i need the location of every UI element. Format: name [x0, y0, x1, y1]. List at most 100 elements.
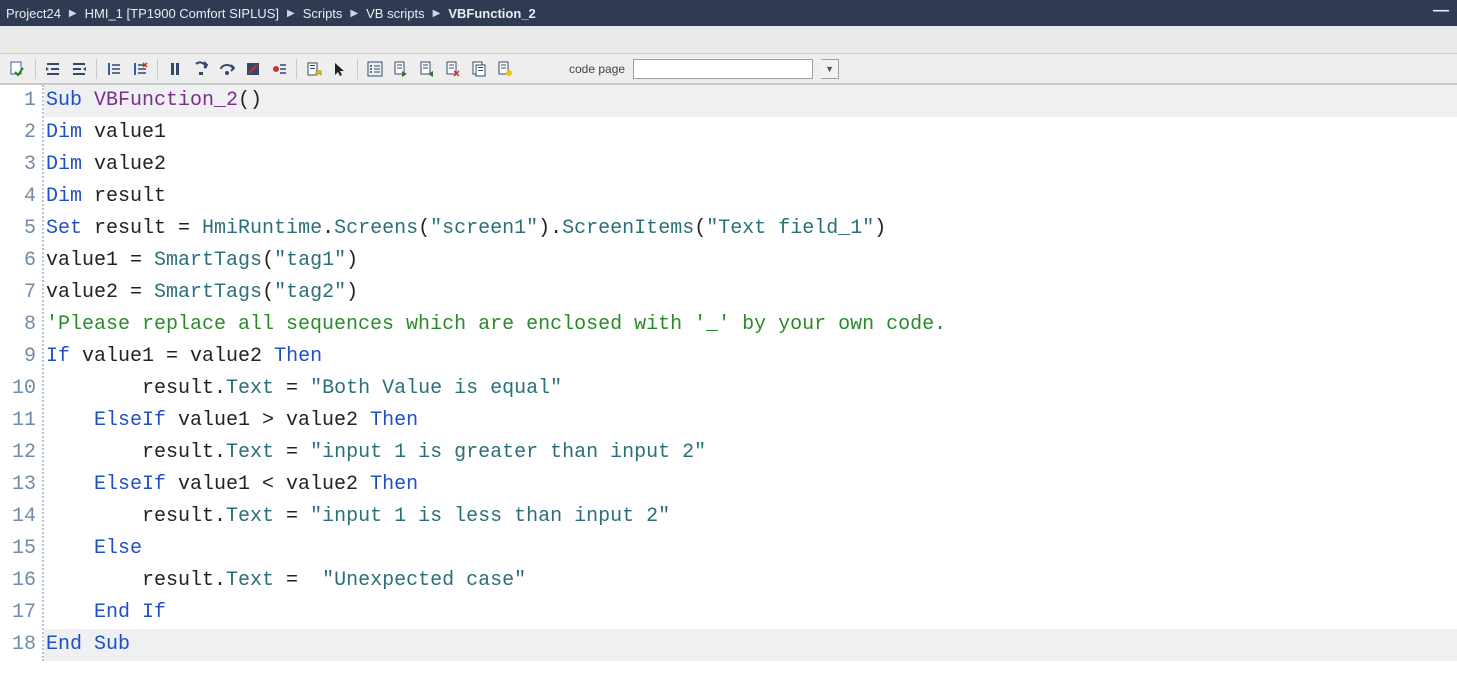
- codepage-select[interactable]: [633, 59, 813, 79]
- line-number: 14: [0, 501, 36, 533]
- code-line[interactable]: result.Text = "Unexpected case": [44, 565, 1457, 597]
- breadcrumb-4[interactable]: VBFunction_2: [448, 6, 535, 21]
- minimize-button[interactable]: —: [1433, 4, 1449, 18]
- code-line[interactable]: Dim value1: [44, 117, 1457, 149]
- copy-tag-icon[interactable]: [467, 58, 491, 80]
- line-number: 13: [0, 469, 36, 501]
- cursor-icon[interactable]: [328, 58, 352, 80]
- token-mem: Text: [226, 441, 274, 464]
- token-kw: Sub: [46, 89, 94, 112]
- toolbar-separator: [35, 59, 36, 79]
- token-txt: ): [346, 281, 358, 304]
- token-kw: Then: [370, 473, 418, 496]
- editor-toolbar: code page ▼: [0, 54, 1457, 84]
- token-txt: value2 =: [46, 281, 154, 304]
- bookmark-next-icon[interactable]: [389, 58, 413, 80]
- token-txt: result =: [82, 217, 202, 240]
- format-code-icon[interactable]: [102, 58, 126, 80]
- token-txt: .: [322, 217, 334, 240]
- token-txt: value1: [82, 121, 166, 144]
- code-line[interactable]: 'Please replace all sequences which are …: [44, 309, 1457, 341]
- code-editor[interactable]: 123456789101112131415161718 Sub VBFuncti…: [0, 84, 1457, 661]
- token-txt: (): [238, 89, 262, 112]
- breakpoint-icon[interactable]: [267, 58, 291, 80]
- token-str: "input 1 is greater than input 2": [310, 441, 706, 464]
- token-kw: If: [46, 345, 70, 368]
- token-fn: VBFunction_2: [94, 89, 238, 112]
- check-script-icon[interactable]: [6, 58, 30, 80]
- breadcrumb-3[interactable]: VB scripts: [366, 6, 425, 21]
- token-txt: (: [262, 249, 274, 272]
- code-line[interactable]: result.Text = "input 1 is greater than i…: [44, 437, 1457, 469]
- token-txt: (: [262, 281, 274, 304]
- code-line[interactable]: End If: [44, 597, 1457, 629]
- line-number: 8: [0, 309, 36, 341]
- token-txt: (: [418, 217, 430, 240]
- token-kw: Dim: [46, 121, 82, 144]
- token-mem: SmartTags: [154, 249, 262, 272]
- code-line[interactable]: End Sub: [44, 629, 1457, 661]
- line-number: 18: [0, 629, 36, 661]
- codepage-dropdown-icon[interactable]: ▼: [821, 59, 839, 79]
- token-mem: ScreenItems: [562, 217, 694, 240]
- code-line[interactable]: Else: [44, 533, 1457, 565]
- code-line[interactable]: Dim value2: [44, 149, 1457, 181]
- highlight-icon[interactable]: [493, 58, 517, 80]
- bookmark-clear-icon[interactable]: [441, 58, 465, 80]
- code-line[interactable]: value2 = SmartTags("tag2"): [44, 277, 1457, 309]
- token-txt: [46, 601, 94, 624]
- token-mem: HmiRuntime: [202, 217, 322, 240]
- token-kw: Else: [94, 537, 142, 560]
- code-line[interactable]: Dim result: [44, 181, 1457, 213]
- token-mem: Screens: [334, 217, 418, 240]
- pause-icon[interactable]: [163, 58, 187, 80]
- breadcrumb-sep-icon: ▶: [350, 8, 358, 19]
- breadcrumb-2[interactable]: Scripts: [303, 6, 343, 21]
- codepage-label: code page: [569, 62, 625, 76]
- token-mem: Text: [226, 569, 274, 592]
- code-line[interactable]: value1 = SmartTags("tag1"): [44, 245, 1457, 277]
- step-into-icon[interactable]: [189, 58, 213, 80]
- token-str: "Text field_1": [706, 217, 874, 240]
- token-txt: value1 < value2: [166, 473, 370, 496]
- breadcrumb-0[interactable]: Project24: [6, 6, 61, 21]
- token-str: "screen1": [430, 217, 538, 240]
- toolbar-separator: [357, 59, 358, 79]
- code-line[interactable]: Sub VBFunction_2(): [44, 85, 1457, 117]
- token-txt: =: [274, 441, 310, 464]
- line-number: 11: [0, 405, 36, 437]
- line-number: 17: [0, 597, 36, 629]
- token-txt: ).: [538, 217, 562, 240]
- token-txt: result: [82, 185, 166, 208]
- code-line[interactable]: If value1 = value2 Then: [44, 341, 1457, 373]
- object-list-icon[interactable]: [363, 58, 387, 80]
- code-line[interactable]: result.Text = "Both Value is equal": [44, 373, 1457, 405]
- toolbar-separator: [96, 59, 97, 79]
- token-mem: SmartTags: [154, 281, 262, 304]
- code-line[interactable]: ElseIf value1 > value2 Then: [44, 405, 1457, 437]
- token-txt: =: [274, 569, 322, 592]
- bookmark-prev-icon[interactable]: [415, 58, 439, 80]
- token-txt: result.: [46, 377, 226, 400]
- stop-icon[interactable]: [241, 58, 265, 80]
- code-area[interactable]: Sub VBFunction_2()Dim value1Dim value2Di…: [44, 85, 1457, 661]
- token-str: "tag1": [274, 249, 346, 272]
- token-str: "input 1 is less than input 2": [310, 505, 670, 528]
- toggle-bookmark-icon[interactable]: [302, 58, 326, 80]
- ribbon-strip: [0, 26, 1457, 54]
- token-txt: value2: [82, 153, 166, 176]
- line-number: 10: [0, 373, 36, 405]
- token-kw: Then: [370, 409, 418, 432]
- token-kw: End If: [94, 601, 166, 624]
- code-line[interactable]: ElseIf value1 < value2 Then: [44, 469, 1457, 501]
- code-line[interactable]: Set result = HmiRuntime.Screens("screen1…: [44, 213, 1457, 245]
- code-line[interactable]: result.Text = "input 1 is less than inpu…: [44, 501, 1457, 533]
- token-txt: [46, 473, 94, 496]
- breadcrumb-1[interactable]: HMI_1 [TP1900 Comfort SIPLUS]: [85, 6, 279, 21]
- indent-left-icon[interactable]: [67, 58, 91, 80]
- token-kw: ElseIf: [94, 409, 166, 432]
- clear-format-icon[interactable]: [128, 58, 152, 80]
- step-over-icon[interactable]: [215, 58, 239, 80]
- indent-right-icon[interactable]: [41, 58, 65, 80]
- token-txt: ): [874, 217, 886, 240]
